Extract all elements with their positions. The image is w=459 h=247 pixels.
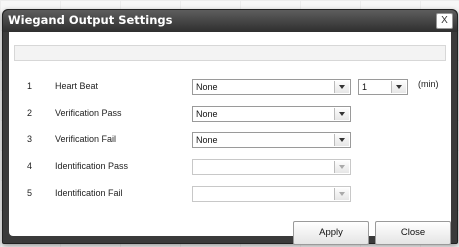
heart-beat-select[interactable]: None: [192, 79, 351, 95]
chevron-down-icon[interactable]: [391, 81, 406, 93]
row-number: 4: [27, 161, 33, 171]
close-button[interactable]: Close: [375, 221, 451, 245]
chevron-down-icon[interactable]: [334, 108, 349, 120]
heart-beat-interval-select[interactable]: 1: [358, 79, 408, 95]
select-value: None: [196, 82, 218, 92]
row-heart-beat: 1 Heart Beat None 1 (min): [9, 79, 451, 97]
row-label: Verification Pass: [55, 108, 122, 118]
dialog-content: 1 Heart Beat None 1 (min) 2 Verification…: [9, 32, 451, 245]
row-label: Identification Fail: [55, 188, 123, 198]
row-verification-pass: 2 Verification Pass None: [9, 106, 451, 124]
row-number: 1: [27, 81, 33, 91]
wiegand-output-settings-dialog: Wiegand Output Settings X 1 Heart Beat N…: [2, 9, 458, 245]
row-identification-pass: 4 Identification Pass: [9, 159, 451, 177]
apply-button[interactable]: Apply: [293, 221, 369, 245]
select-value: None: [196, 109, 218, 119]
interval-unit: (min): [418, 79, 439, 89]
verification-fail-select[interactable]: None: [192, 132, 351, 148]
header-strip: [14, 45, 446, 61]
dialog-titlebar[interactable]: Wiegand Output Settings X: [3, 10, 457, 32]
chevron-down-icon[interactable]: [334, 134, 349, 146]
dialog-title: Wiegand Output Settings: [8, 13, 173, 27]
identification-pass-select: [192, 159, 351, 175]
row-label: Identification Pass: [55, 161, 129, 171]
row-number: 3: [27, 134, 33, 144]
chevron-down-icon: [334, 161, 349, 173]
select-value: 1: [362, 82, 368, 92]
chevron-down-icon[interactable]: [334, 81, 349, 93]
row-number: 5: [27, 188, 33, 198]
row-identification-fail: 5 Identification Fail: [9, 186, 451, 204]
chevron-down-icon: [334, 188, 349, 200]
identification-fail-select: [192, 186, 351, 202]
row-verification-fail: 3 Verification Fail None: [9, 132, 451, 150]
row-label: Heart Beat: [55, 81, 99, 91]
close-icon[interactable]: X: [436, 13, 453, 29]
row-number: 2: [27, 108, 33, 118]
row-label: Verification Fail: [55, 134, 117, 144]
select-value: None: [196, 135, 218, 145]
verification-pass-select[interactable]: None: [192, 106, 351, 122]
